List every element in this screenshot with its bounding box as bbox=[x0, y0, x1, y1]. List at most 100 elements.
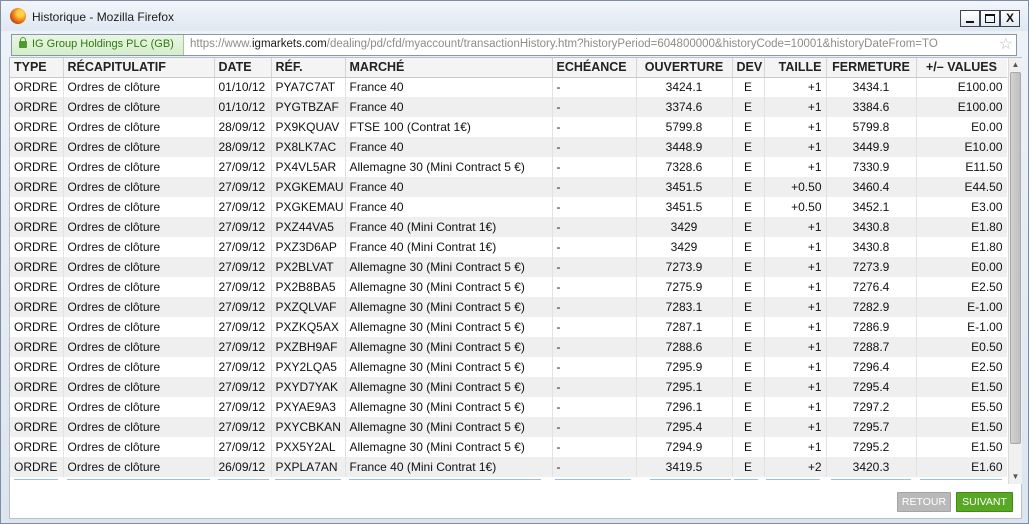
cell-size: +1 bbox=[764, 437, 827, 457]
table-row[interactable]: ORDRE Ordres de clôture 27/09/12 PXZQLVAF Al… bbox=[10, 297, 1007, 317]
close-button[interactable]: X bbox=[1000, 10, 1020, 27]
cell-type: ORDRE bbox=[10, 417, 64, 437]
cell-summary: Ordres de clôture bbox=[63, 137, 215, 157]
cell-type: ORDRE bbox=[10, 457, 64, 477]
cell-open: 3451.5 bbox=[636, 177, 733, 197]
cell-size: +1 bbox=[764, 317, 827, 337]
table-row[interactable]: ORDRE Ordres de clôture 27/09/12 PXGKEMAU Fr… bbox=[10, 177, 1007, 197]
cell-size: +1 bbox=[764, 417, 827, 437]
col-header-pnl[interactable]: +/– VALUES bbox=[916, 58, 1007, 78]
cell-ref: PXYD7YAK bbox=[271, 377, 346, 397]
table-row[interactable]: ORDRE Ordres de clôture 26/09/12 PXPLA7AN Fr… bbox=[10, 457, 1007, 477]
table-row[interactable]: ORDRE Ordres de clôture 27/09/12 PXZ44VA5 Fr… bbox=[10, 217, 1007, 237]
table-row[interactable]: ORDRE Ordres de clôture 27/09/12 PXYCBKAN Al… bbox=[10, 417, 1007, 437]
table-row[interactable]: ORDRE Ordres de clôture 27/09/12 PXZKQ5AX Al… bbox=[10, 317, 1007, 337]
cell-date: 27/09/12 bbox=[214, 417, 272, 437]
col-header-type[interactable]: TYPE bbox=[10, 58, 64, 78]
cell-size: +1 bbox=[764, 337, 827, 357]
cell-close: 7297.2 bbox=[826, 397, 917, 417]
browser-window: Historique - Mozilla Firefox X IG Group … bbox=[0, 0, 1029, 524]
table-row[interactable]: ORDRE Ordres de clôture 27/09/12 PXZ3D6AP Fr… bbox=[10, 237, 1007, 257]
maximize-icon bbox=[985, 14, 995, 23]
cell-open: 3448.9 bbox=[636, 137, 733, 157]
cell-expiry: - bbox=[552, 377, 637, 397]
cell-close: 7295.2 bbox=[826, 437, 917, 457]
cell-summary: Ordres de clôture bbox=[63, 97, 215, 117]
cell-close: 3460.4 bbox=[826, 177, 917, 197]
cell-expiry: - bbox=[552, 417, 637, 437]
col-header-date[interactable]: DATE bbox=[214, 58, 272, 78]
scroll-down-icon[interactable]: ▼ bbox=[1009, 470, 1022, 484]
cell-expiry: - bbox=[552, 337, 637, 357]
table-row[interactable]: ORDRE Ordres de clôture 28/09/12 PX9KQUAV FT… bbox=[10, 117, 1007, 137]
url-field[interactable]: https://www.igmarkets.com/dealing/pd/cfd… bbox=[190, 38, 990, 50]
cell-date: 27/09/12 bbox=[214, 237, 272, 257]
col-header-market[interactable]: MARCHÉ bbox=[345, 58, 553, 78]
cell-type: ORDRE bbox=[10, 77, 64, 97]
cell-size: +1 bbox=[764, 357, 827, 377]
cell-ref: PXZQLVAF bbox=[271, 297, 346, 317]
table-row[interactable]: ORDRE Ordres de clôture 27/09/12 PXY2LQA5 Al… bbox=[10, 357, 1007, 377]
cell-currency: E bbox=[732, 257, 765, 277]
cell-date: 27/09/12 bbox=[214, 217, 272, 237]
col-header-close[interactable]: FERMETURE bbox=[826, 58, 917, 78]
vertical-scrollbar[interactable]: ▲ ▼ bbox=[1008, 58, 1022, 484]
cell-summary: Ordres de clôture bbox=[63, 317, 215, 337]
table-row[interactable]: ORDRE Ordres de clôture 27/09/12 PXZBH9AF Al… bbox=[10, 337, 1007, 357]
cell-ref: PXZ44VA5 bbox=[271, 217, 346, 237]
table-row[interactable]: ORDRE Ordres de clôture 28/09/12 PX8LK7AC Fr… bbox=[10, 137, 1007, 157]
cell-type: ORDRE bbox=[10, 97, 64, 117]
scrollbar-thumb[interactable] bbox=[1010, 72, 1021, 444]
cell-close: 7273.9 bbox=[826, 257, 917, 277]
cell-size: +2 bbox=[764, 457, 827, 477]
col-header-expiry[interactable]: ECHÉANCE bbox=[552, 58, 637, 78]
cell-size: +1 bbox=[764, 137, 827, 157]
minimize-button[interactable] bbox=[960, 10, 980, 27]
retour-button[interactable]: RETOUR bbox=[897, 492, 951, 512]
table-row[interactable]: ORDRE Ordres de clôture 01/10/12 PYA7C7AT Fr… bbox=[10, 77, 1007, 97]
cell-pnl: E1.60 bbox=[916, 457, 1007, 477]
cell-market: Allemagne 30 (Mini Contract 5 €) bbox=[345, 337, 553, 357]
cell-currency: E bbox=[732, 317, 765, 337]
cell-open: 7275.9 bbox=[636, 277, 733, 297]
scroll-up-icon[interactable]: ▲ bbox=[1009, 58, 1022, 72]
cell-ref: PXZ3D6AP bbox=[271, 237, 346, 257]
table-row[interactable]: ORDRE Ordres de clôture 27/09/12 PX2BLVAT Al… bbox=[10, 257, 1007, 277]
cell-ref: PXGKEMAU bbox=[271, 177, 346, 197]
cell-close: 3449.9 bbox=[826, 137, 917, 157]
cell-summary: Ordres de clôture bbox=[63, 257, 215, 277]
cell-ref: PXPLA7AN bbox=[271, 457, 346, 477]
cell-market: France 40 bbox=[345, 197, 553, 217]
cell-pnl: E-1.00 bbox=[916, 317, 1007, 337]
cell-date: 01/10/12 bbox=[214, 77, 272, 97]
col-header-currency[interactable]: DEV bbox=[732, 58, 765, 78]
cell-pnl: E5.50 bbox=[916, 397, 1007, 417]
cell-type: ORDRE bbox=[10, 257, 64, 277]
cell-pnl: E0.50 bbox=[916, 337, 1007, 357]
table-row[interactable]: ORDRE Ordres de clôture 27/09/12 PXGKEMAU Fr… bbox=[10, 197, 1007, 217]
cell-summary: Ordres de clôture bbox=[63, 397, 215, 417]
history-table-container: TYPE RÉCAPITULATIF DATE RÉF. MARCHÉ ECHÉ… bbox=[10, 58, 1007, 484]
col-header-open[interactable]: OUVERTURE bbox=[636, 58, 733, 78]
table-row[interactable]: ORDRE Ordres de clôture 27/09/12 PXYD7YAK Al… bbox=[10, 377, 1007, 397]
bookmark-star-icon[interactable]: ☆ bbox=[999, 36, 1013, 53]
cell-type: ORDRE bbox=[10, 397, 64, 417]
suivant-button[interactable]: SUIVANT bbox=[956, 492, 1013, 512]
cell-summary: Ordres de clôture bbox=[63, 297, 215, 317]
col-header-ref[interactable]: RÉF. bbox=[271, 58, 346, 78]
cell-pnl: E44.50 bbox=[916, 177, 1007, 197]
site-identity-button[interactable]: IG Group Holdings PLC (GB) bbox=[12, 35, 184, 55]
table-row[interactable]: ORDRE Ordres de clôture 27/09/12 PX2B8BA5 Al… bbox=[10, 277, 1007, 297]
col-header-summary[interactable]: RÉCAPITULATIF bbox=[63, 58, 215, 78]
table-row[interactable]: ORDRE Ordres de clôture 27/09/12 PXYAE9A3 Al… bbox=[10, 397, 1007, 417]
cell-size: +1 bbox=[764, 157, 827, 177]
cell-pnl: E11.50 bbox=[916, 157, 1007, 177]
table-row[interactable]: ORDRE Ordres de clôture 27/09/12 PXX5Y2AL Al… bbox=[10, 437, 1007, 457]
table-row[interactable]: ORDRE Ordres de clôture 27/09/12 PX4VL5AR Al… bbox=[10, 157, 1007, 177]
col-header-size[interactable]: TAILLE bbox=[764, 58, 827, 78]
table-row[interactable]: ORDRE Ordres de clôture 01/10/12 PYGTBZAF Fr… bbox=[10, 97, 1007, 117]
address-bar[interactable]: IG Group Holdings PLC (GB) https://www.i… bbox=[11, 34, 1017, 56]
maximize-button[interactable] bbox=[980, 10, 1000, 27]
cell-type: ORDRE bbox=[10, 437, 64, 457]
cell-market: France 40 (Mini Contrat 1€) bbox=[345, 237, 553, 257]
